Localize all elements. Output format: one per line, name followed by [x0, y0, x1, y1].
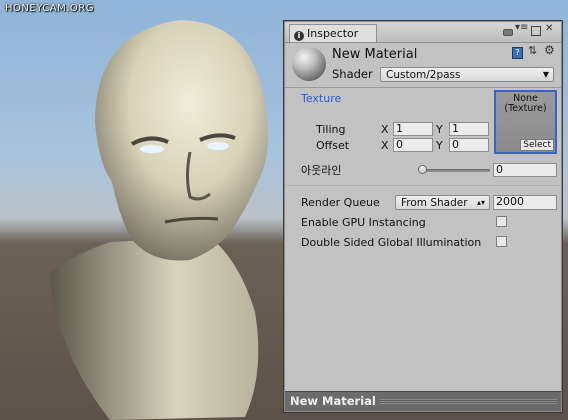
tiling-y-field[interactable]: 1	[449, 122, 489, 136]
footer-material-name: New Material	[290, 394, 376, 408]
tiling-x-label: X	[381, 123, 389, 136]
outline-slider-track[interactable]	[422, 169, 490, 172]
offset-label: Offset	[316, 139, 350, 152]
outline-value-field[interactable]: 0	[493, 163, 557, 177]
offset-y-field[interactable]: 0	[449, 138, 489, 152]
render-queue-dropdown-value: From Shader	[401, 197, 468, 209]
render-queue-label: Render Queue	[301, 196, 380, 209]
tab-inspector[interactable]: i Inspector	[289, 24, 377, 42]
tiling-label: Tiling	[316, 123, 346, 136]
head-model	[50, 20, 268, 420]
help-book-icon[interactable]: ?	[512, 47, 523, 59]
render-queue-dropdown[interactable]: From Shader ▴▾	[395, 195, 490, 210]
tiling-y-label: Y	[436, 123, 443, 136]
section-divider	[285, 185, 561, 186]
inspector-tabbar: i Inspector	[285, 22, 561, 43]
stepper-arrows-icon: ▴▾	[476, 198, 485, 207]
outline-label: 아웃라인	[301, 164, 342, 177]
material-preview-sphere	[292, 47, 326, 81]
inspector-panel: iInspector New Material Shader Custom/2p…	[284, 21, 562, 412]
tiling-x-field[interactable]: 1	[393, 122, 433, 136]
header-divider	[285, 87, 561, 88]
presets-icon[interactable]	[528, 44, 539, 59]
tab-menu-icon[interactable]	[515, 22, 528, 36]
double-sided-gi-checkbox[interactable]	[496, 236, 507, 247]
resize-grip[interactable]	[380, 399, 557, 404]
double-sided-gi-label: Double Sided Global Illumination	[301, 236, 482, 249]
render-queue-field[interactable]: 2000	[493, 195, 557, 210]
maximize-icon[interactable]	[531, 26, 541, 36]
texture-slot[interactable]: None (Texture) Select	[494, 90, 557, 154]
gpu-instancing-checkbox[interactable]	[496, 216, 507, 227]
gear-icon[interactable]	[544, 43, 556, 59]
preview-footer[interactable]: New Material	[285, 391, 561, 411]
outline-slider-thumb[interactable]	[418, 165, 427, 174]
offset-x-field[interactable]: 0	[393, 138, 433, 152]
window-controls	[503, 22, 555, 36]
close-icon[interactable]	[545, 23, 555, 36]
gpu-instancing-label: Enable GPU Instancing	[301, 216, 426, 229]
lock-icon[interactable]	[503, 29, 513, 36]
offset-x-label: X	[381, 139, 389, 152]
info-icon: i	[294, 31, 304, 41]
texture-label: Texture	[301, 92, 342, 105]
material-name: New Material	[332, 47, 418, 62]
shader-dropdown[interactable]: Custom/2pass ▼	[380, 67, 554, 82]
material-header: New Material Shader Custom/2pass ▼ ?	[285, 43, 561, 87]
texture-slot-label: None (Texture)	[504, 93, 547, 114]
chevron-down-icon: ▼	[542, 70, 549, 79]
texture-slot-text: None (Texture)	[496, 94, 555, 114]
shader-label: Shader	[332, 67, 373, 81]
shader-dropdown-value: Custom/2pass	[386, 69, 461, 81]
header-icons: ?	[512, 43, 556, 59]
offset-y-label: Y	[436, 139, 443, 152]
texture-select-button[interactable]: Select	[520, 139, 554, 151]
watermark: HONEYCAM.ORG	[5, 3, 94, 14]
tab-inspector-label: Inspector	[307, 27, 359, 40]
